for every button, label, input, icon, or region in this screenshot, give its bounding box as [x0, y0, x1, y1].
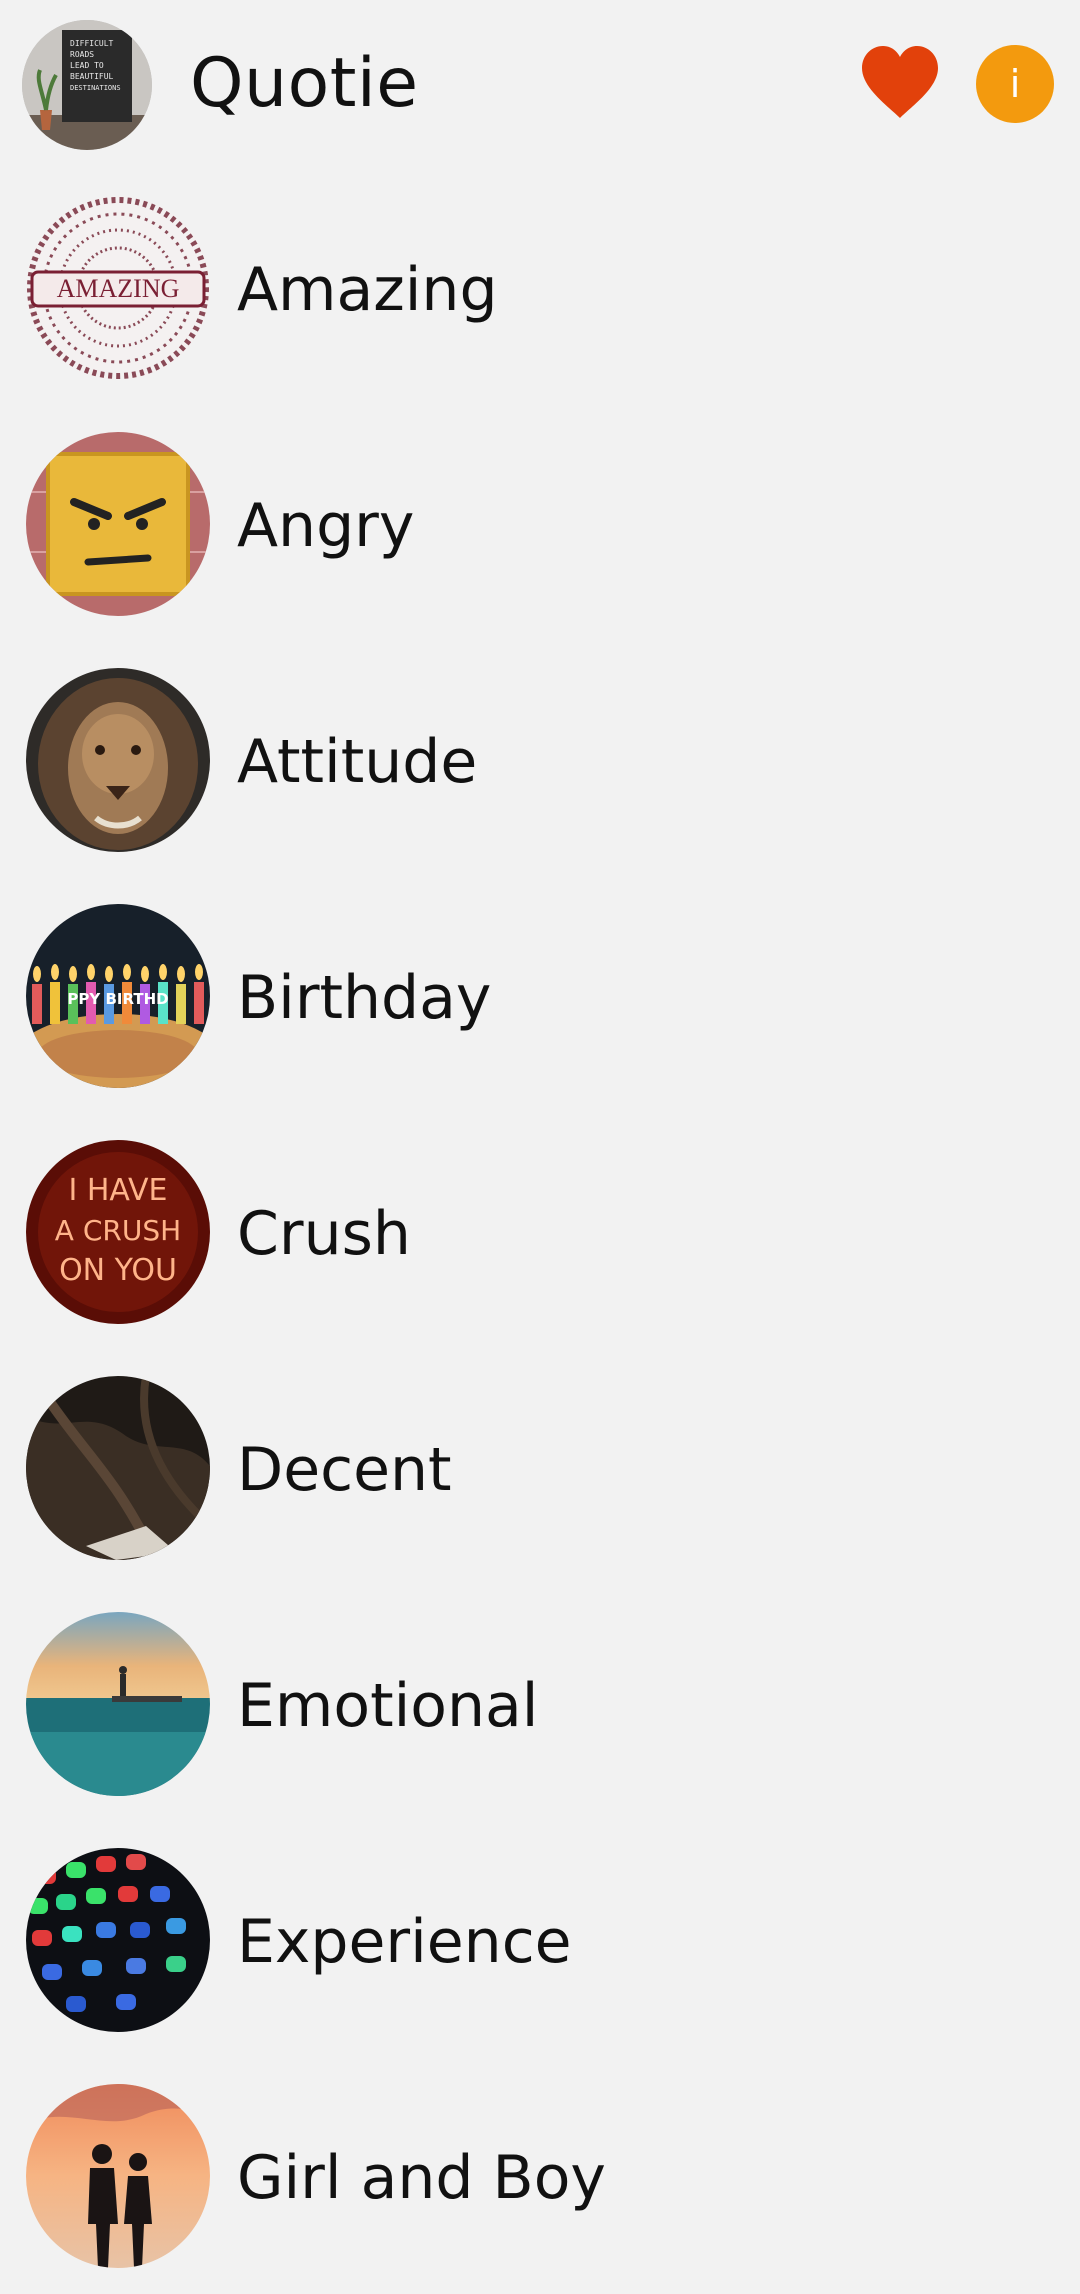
category-label: Decent — [237, 1435, 452, 1505]
avatar-text-line: ROADS — [70, 50, 94, 59]
category-thumbnail — [26, 1612, 210, 1796]
category-thumbnail — [26, 1848, 210, 2032]
category-thumbnail — [26, 668, 210, 852]
favorites-button[interactable] — [858, 42, 942, 126]
category-item-experience[interactable]: Experience — [0, 1822, 1080, 2058]
category-thumbnail: I HAVE A CRUSH ON YOU — [26, 1140, 210, 1324]
category-label: Attitude — [237, 727, 478, 797]
category-thumbnail — [26, 1376, 210, 1560]
category-label: Experience — [237, 1907, 572, 1977]
avatar-text-line: DESTINATIONS — [70, 84, 121, 92]
category-label: Emotional — [237, 1671, 539, 1741]
thumbnail-text: I HAVE — [68, 1173, 167, 1208]
avatar-text-line: DIFFICULT — [70, 39, 114, 48]
app-logo-avatar: DIFFICULT ROADS LEAD TO BEAUTIFUL DESTIN… — [22, 20, 152, 150]
thumbnail-text: ON YOU — [59, 1253, 177, 1288]
category-thumbnail — [26, 432, 210, 616]
app-header: DIFFICULT ROADS LEAD TO BEAUTIFUL DESTIN… — [0, 0, 1080, 170]
avatar-text-line: LEAD TO — [70, 61, 104, 70]
category-label: Crush — [237, 1199, 411, 1269]
info-icon: i — [1009, 62, 1021, 106]
thumbnail-text: AMAZING — [57, 274, 180, 303]
thumbnail-text: PPY BIRTHD — [67, 990, 168, 1008]
category-label: Amazing — [237, 255, 498, 325]
category-item-emotional[interactable]: Emotional — [0, 1586, 1080, 1822]
category-label: Birthday — [237, 963, 492, 1033]
avatar-text-line: BEAUTIFUL — [70, 72, 114, 81]
app-title: Quotie — [190, 44, 419, 123]
category-item-angry[interactable]: Angry — [0, 406, 1080, 642]
category-thumbnail — [26, 2084, 210, 2268]
category-item-decent[interactable]: Decent — [0, 1350, 1080, 1586]
heart-icon — [862, 46, 938, 118]
category-item-birthday[interactable]: PPY BIRTHD Birthday — [0, 878, 1080, 1114]
category-item-crush[interactable]: I HAVE A CRUSH ON YOU Crush — [0, 1114, 1080, 1350]
category-item-attitude[interactable]: Attitude — [0, 642, 1080, 878]
category-item-girl-and-boy[interactable]: Girl and Boy — [0, 2058, 1080, 2294]
category-thumbnail: AMAZING — [26, 196, 210, 380]
thumbnail-text: A CRUSH — [55, 1214, 181, 1247]
category-thumbnail: PPY BIRTHD — [26, 904, 210, 1088]
category-label: Angry — [237, 491, 415, 561]
info-button[interactable]: i — [976, 45, 1054, 123]
category-label: Girl and Boy — [237, 2143, 606, 2213]
category-item-amazing[interactable]: AMAZING Amazing — [0, 170, 1080, 406]
